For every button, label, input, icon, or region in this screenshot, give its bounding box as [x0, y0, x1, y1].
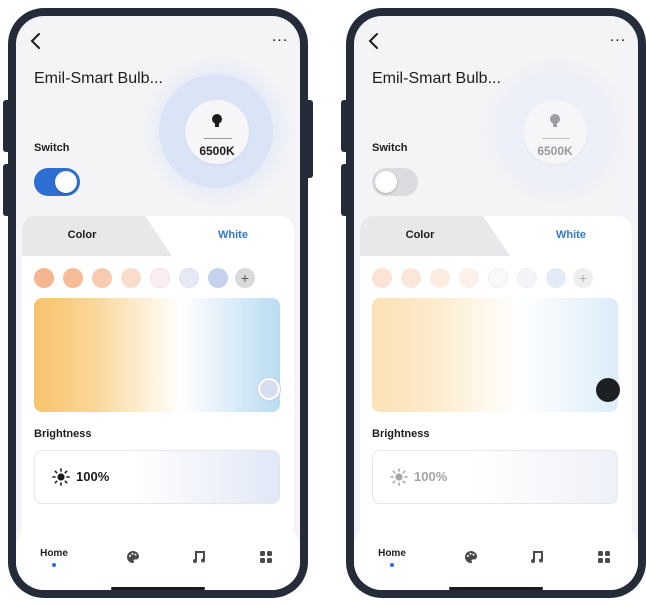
preset-swatch[interactable]	[546, 268, 566, 288]
sun-icon	[52, 468, 70, 486]
toggle-knob	[375, 171, 397, 193]
switch-label: Switch	[372, 142, 408, 154]
picker-handle[interactable]	[596, 378, 620, 402]
nav-home[interactable]: Home	[34, 548, 74, 559]
preset-swatch[interactable]	[34, 268, 54, 288]
device-title: Emil-Smart Bulb...	[34, 70, 163, 87]
brightness-value: 100%	[414, 469, 448, 484]
palette-icon[interactable]	[464, 550, 478, 564]
phone-on-state: ... Emil-Smart Bulb... 6500K Switch Colo…	[3, 8, 313, 604]
power-toggle[interactable]	[34, 168, 80, 196]
active-indicator	[390, 563, 394, 567]
toggle-knob	[55, 171, 77, 193]
preset-swatch[interactable]	[459, 268, 479, 288]
kelvin-value: 6500K	[537, 144, 573, 158]
app-screen: ... Emil-Smart Bulb... 6500K Switch Colo…	[354, 16, 638, 590]
bottom-nav	[354, 528, 638, 590]
preset-swatch[interactable]	[401, 268, 421, 288]
more-options-button[interactable]: ...	[266, 28, 294, 48]
top-bar: ...	[16, 16, 300, 60]
nav-home[interactable]: Home	[372, 548, 412, 559]
dial-divider	[204, 138, 232, 139]
bottom-nav	[16, 528, 300, 590]
home-indicator	[449, 587, 543, 590]
color-temperature-picker[interactable]	[372, 298, 618, 412]
palette-icon[interactable]	[126, 550, 140, 564]
music-icon[interactable]	[530, 550, 544, 564]
more-options-button[interactable]: ...	[604, 28, 632, 48]
tab-white[interactable]: White	[172, 216, 294, 256]
home-indicator	[111, 587, 205, 590]
preset-swatch[interactable]	[92, 268, 112, 288]
music-icon[interactable]	[192, 550, 206, 564]
preset-swatch[interactable]	[179, 268, 199, 288]
preset-swatch[interactable]	[150, 268, 170, 288]
brightness-label: Brightness	[34, 428, 92, 440]
switch-label: Switch	[34, 142, 70, 154]
device-title: Emil-Smart Bulb...	[372, 70, 501, 87]
bulb-icon	[549, 114, 561, 128]
preset-swatch[interactable]	[121, 268, 141, 288]
grid-icon[interactable]	[259, 550, 273, 564]
phone-off-state: ... Emil-Smart Bulb... 6500K Switch Colo…	[341, 8, 646, 604]
brightness-label: Brightness	[372, 428, 430, 440]
mode-tabs: Color White	[360, 216, 632, 256]
picker-handle[interactable]	[258, 378, 280, 400]
back-icon[interactable]	[364, 30, 386, 52]
preset-swatch[interactable]	[430, 268, 450, 288]
dial-divider	[542, 138, 570, 139]
preset-swatch[interactable]	[488, 268, 508, 288]
color-temperature-picker[interactable]	[34, 298, 280, 412]
preset-swatch[interactable]	[63, 268, 83, 288]
grid-icon[interactable]	[597, 550, 611, 564]
top-bar: ...	[354, 16, 638, 60]
brightness-slider[interactable]	[34, 450, 280, 504]
app-screen: ... Emil-Smart Bulb... 6500K Switch Colo…	[16, 16, 300, 590]
preset-swatch[interactable]	[208, 268, 228, 288]
add-preset-button[interactable]: +	[235, 268, 255, 288]
power-toggle[interactable]	[372, 168, 418, 196]
back-icon[interactable]	[26, 30, 48, 52]
active-indicator	[52, 563, 56, 567]
tab-color[interactable]: Color	[22, 216, 142, 256]
mode-tabs: Color White	[22, 216, 294, 256]
phone-frame: ... Emil-Smart Bulb... 6500K Switch Colo…	[346, 8, 646, 598]
add-preset-button[interactable]: +	[573, 268, 593, 288]
tab-white[interactable]: White	[510, 216, 632, 256]
preset-swatch[interactable]	[372, 268, 392, 288]
brightness-slider[interactable]	[372, 450, 618, 504]
brightness-value: 100%	[76, 469, 110, 484]
phone-frame: ... Emil-Smart Bulb... 6500K Switch Colo…	[8, 8, 308, 598]
kelvin-value: 6500K	[199, 144, 235, 158]
preset-swatch[interactable]	[517, 268, 537, 288]
tab-color[interactable]: Color	[360, 216, 480, 256]
sun-icon	[390, 468, 408, 486]
bulb-icon	[211, 114, 223, 128]
